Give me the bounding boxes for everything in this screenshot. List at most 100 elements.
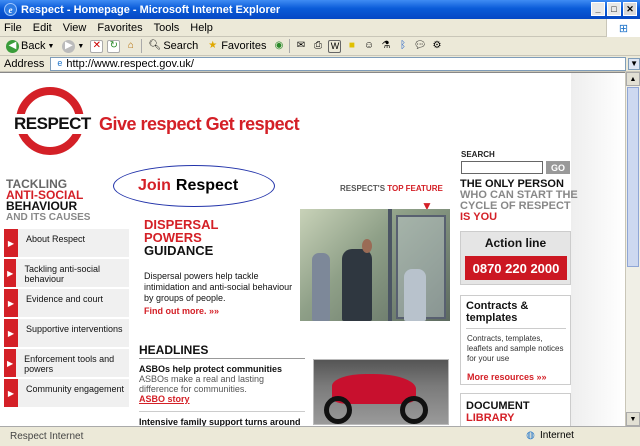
left-heading: TACKLING ANTI-SOCIAL BEHAVIOUR AND ITS C… — [6, 177, 91, 223]
status-text: Respect Internet — [10, 431, 84, 442]
favorites-button[interactable]: ★ Favorites — [204, 38, 268, 54]
scroll-up-icon[interactable]: ▲ — [626, 72, 640, 86]
arrow-right-icon: ▶ — [4, 379, 18, 407]
title-bar: e Respect - Homepage - Microsoft Interne… — [0, 0, 640, 19]
print-icon[interactable]: ⎙ — [311, 40, 324, 53]
browser-window: e Respect - Homepage - Microsoft Interne… — [0, 0, 640, 446]
nav-item-enforcement[interactable]: ▶ Enforcement tools and powers — [4, 349, 129, 378]
headline-photo[interactable] — [313, 359, 449, 425]
address-label: Address — [4, 57, 45, 70]
media-icon[interactable]: ◉ — [272, 40, 285, 53]
menu-help[interactable]: Help — [190, 22, 213, 34]
menu-file[interactable]: File — [4, 22, 22, 34]
tagline: Give respect Get respect — [99, 114, 300, 134]
contracts-desc: Contracts, templates, leaflets and sampl… — [467, 334, 564, 363]
dispersal-heading[interactable]: DISPERSAL POWERS GUIDANCE — [144, 218, 218, 257]
forward-button[interactable]: ▶ ▼ — [60, 38, 86, 54]
mail-icon[interactable]: ✉ — [294, 40, 307, 53]
feature-photo[interactable] — [300, 209, 450, 321]
top-feature-heading: RESPECT'S TOP FEATURE — [340, 184, 443, 193]
arrow-right-icon: ▶ — [4, 319, 18, 347]
maximize-button[interactable]: □ — [607, 2, 621, 16]
menu-bar: File Edit View Favorites Tools Help — [0, 19, 640, 37]
respect-site: RESPECT Give respect Get respect SEARCH … — [0, 73, 625, 426]
scroll-down-icon[interactable]: ▼ — [626, 412, 640, 426]
minimize-button[interactable]: _ — [591, 2, 605, 16]
word-icon[interactable]: W — [328, 39, 342, 53]
address-input[interactable]: e http://www.respect.gov.uk/ — [50, 56, 627, 71]
nav-item-tackling[interactable]: ▶ Tackling anti-social behaviour — [4, 259, 129, 288]
headlines-title: HEADLINES — [139, 343, 209, 357]
ie-icon: e — [4, 3, 17, 16]
divider — [139, 411, 305, 412]
action-line-box: Action line 0870 220 2000 — [460, 231, 571, 285]
menu-view[interactable]: View — [63, 22, 87, 34]
search-button[interactable]: 🔍︎ Search — [146, 38, 200, 54]
windows-logo-icon: ⊞ — [606, 19, 640, 37]
arrow-right-icon: ▶ — [4, 349, 17, 377]
arrow-right-icon: ▶ — [4, 229, 18, 257]
window-title: Respect - Homepage - Microsoft Internet … — [21, 3, 281, 16]
research-icon[interactable]: ⚗ — [379, 40, 392, 53]
find-out-more-link[interactable]: Find out more. »» — [144, 306, 219, 316]
tools-icon[interactable]: ⚙ — [430, 40, 443, 53]
divider — [139, 358, 305, 359]
headline-text: ASBOs make a real and lasting difference… — [139, 374, 265, 394]
action-line-title: Action line — [484, 236, 547, 250]
join-respect-link[interactable]: Join Respect — [113, 165, 275, 207]
dispersal-text: Dispersal powers help tackle intimidatio… — [144, 271, 293, 303]
menu-tools[interactable]: Tools — [154, 22, 180, 34]
scroll-thumb[interactable] — [627, 87, 639, 267]
toolbar-separator — [141, 39, 143, 53]
folder-icon[interactable]: ■ — [345, 40, 358, 53]
messenger-icon[interactable]: ☺ — [362, 40, 375, 53]
search-icon: 🔍︎ — [148, 40, 162, 51]
page-icon: e — [57, 58, 63, 68]
discuss-icon[interactable]: 💬︎ — [413, 40, 427, 53]
search-input[interactable] — [461, 161, 543, 174]
nav-item-evidence[interactable]: ▶ Evidence and court — [4, 289, 129, 318]
menu-edit[interactable]: Edit — [33, 22, 52, 34]
toolbar-separator — [289, 39, 291, 53]
contracts-title[interactable]: Contracts & templates — [461, 296, 570, 324]
status-bar: Respect Internet ◍ Internet — [0, 426, 640, 446]
arrow-right-icon: ▶ — [4, 259, 17, 287]
vertical-scrollbar[interactable]: ▲ ▼ — [625, 72, 640, 426]
go-button[interactable]: GO — [546, 161, 570, 174]
nav-item-about[interactable]: ▶ About Respect — [4, 229, 129, 258]
more-resources-link[interactable]: More resources »» — [467, 372, 547, 382]
back-arrow-icon: ◀ — [6, 39, 19, 53]
close-button[interactable]: ✕ — [623, 2, 637, 16]
respect-logo[interactable]: RESPECT — [12, 87, 93, 157]
headline-title[interactable]: Intensive family support turns around — [139, 417, 301, 426]
bluetooth-icon[interactable]: ᛒ — [396, 40, 409, 53]
menu-favorites[interactable]: Favorites — [97, 22, 142, 34]
globe-icon: ◍ — [526, 429, 535, 441]
nav-item-community[interactable]: ▶ Community engagement — [4, 379, 129, 408]
document-library-box[interactable]: DOCUMENT LIBRARY — [460, 393, 571, 426]
search-label: SEARCH — [461, 150, 495, 159]
address-dropdown-icon[interactable]: ▼ — [628, 57, 640, 70]
page-viewport: RESPECT Give respect Get respect SEARCH … — [0, 72, 625, 426]
refresh-icon[interactable]: ↻ — [107, 39, 121, 53]
site-search: SEARCH GO — [461, 150, 570, 174]
left-nav: ▶ About Respect ▶ Tackling anti-social beh… — [4, 229, 129, 409]
chevron-down-icon: ▼ — [77, 42, 85, 50]
logo-word: RESPECT — [12, 114, 93, 134]
headline-item: ASBOs help protect communities ASBOs mak… — [139, 364, 305, 404]
headline-title[interactable]: ASBOs help protect communities — [139, 364, 305, 374]
toolbar: ◀ Back ▼ ▶ ▼ ✕ ↻ ⌂ 🔍︎ Search ★ Favorites ◉ ✉ … — [0, 37, 640, 56]
home-icon[interactable]: ⌂ — [124, 40, 137, 53]
asbo-story-link[interactable]: ASBO story — [139, 394, 305, 404]
page-side-shade — [571, 73, 625, 426]
arrow-right-icon: ▶ — [4, 289, 18, 317]
star-icon: ★ — [208, 40, 218, 51]
action-line-number: 0870 220 2000 — [465, 256, 567, 280]
back-button[interactable]: ◀ Back ▼ — [4, 38, 56, 54]
address-bar: Address e http://www.respect.gov.uk/ ▼ — [0, 56, 640, 72]
contracts-box: Contracts & templates Contracts, templat… — [460, 295, 571, 385]
forward-arrow-icon: ▶ — [62, 39, 76, 53]
only-person-banner[interactable]: THE ONLY PERSON WHO CAN START THE CYCLE … — [460, 179, 578, 223]
nav-item-supportive[interactable]: ▶ Supportive interventions — [4, 319, 129, 348]
stop-icon[interactable]: ✕ — [90, 39, 104, 53]
